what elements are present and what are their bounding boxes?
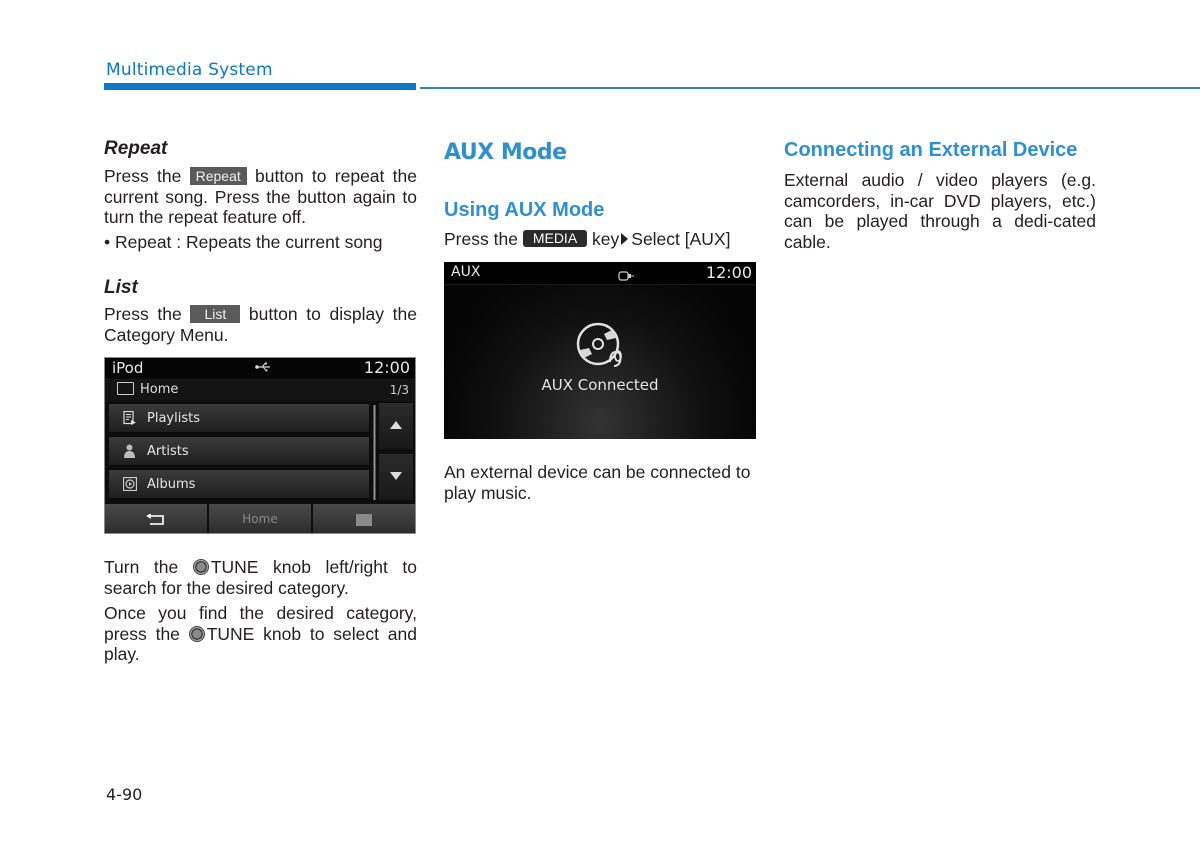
aux-plug-icon [618,266,634,285]
aux-instructions: Press the MEDIA key Select [AUX] [444,229,764,250]
ipod-category-screen: iPod 12:00 Home 1/3 Playlists Artists Al… [104,357,416,534]
tune-paragraph-2: Once you find the desired category, pres… [104,603,417,665]
list-item-label: Albums [147,477,196,492]
text: TUNE [210,557,259,577]
clock: 12:00 [705,263,752,282]
path-bar: Home 1/3 [105,379,415,401]
arrow-down-icon [390,472,402,480]
folder-icon [117,382,134,395]
text: Turn the [104,557,179,577]
scrollbar[interactable] [373,405,376,500]
list-item-albums[interactable]: Albums [108,469,370,499]
aux-description: An external device can be connected to p… [444,462,751,503]
arrow-up-icon [390,421,402,429]
usb-icon [255,361,271,375]
path-label: Home [140,382,179,397]
using-aux-heading: Using AUX Mode [444,199,605,221]
source-label: iPod [112,359,144,377]
list-paragraph: Press the List button to display the Cat… [104,304,417,345]
folder-up-icon [356,513,372,526]
list-item-playlists[interactable]: Playlists [108,403,370,433]
tune-knob-icon [192,559,209,575]
repeat-heading: Repeat [104,138,168,159]
playlist-icon [123,410,136,425]
back-icon [146,510,166,528]
folder-up-button[interactable] [313,504,415,533]
aux-disc-icon [574,322,630,374]
list-heading: List [104,277,138,298]
text: Press the [104,166,182,186]
home-button-label: Home [242,512,278,526]
text: key [592,229,620,249]
clock: 12:00 [363,358,410,377]
header-accent-bar [104,83,416,90]
repeat-paragraph: Press the Repeat button to repeat the cu… [104,166,417,228]
connecting-paragraph: External audio / video players (e.g. cam… [784,170,1096,252]
page-number: 4-90 [106,785,143,804]
scroll-up-button[interactable] [379,403,413,449]
home-button[interactable]: Home [209,504,311,533]
scroll-down-button[interactable] [379,454,413,500]
source-label: AUX [451,264,481,280]
aux-mode-title: AUX Mode [444,140,567,165]
tune-paragraph-1: Turn the TUNE knob left/right to search … [104,557,417,598]
artist-icon [123,444,136,458]
text: Press the [104,304,182,324]
status-bar: AUX 12:00 [444,262,756,285]
page-indicator: 1/3 [389,383,409,397]
connecting-heading: Connecting an External Device [784,139,1078,161]
tune-knob-icon [188,625,205,642]
text: Press the [444,229,518,249]
text: Select [AUX] [631,229,731,249]
aux-connected-screen: AUX 12:00 AUX Connected [444,262,756,439]
media-key-glyph: MEDIA [522,230,588,247]
list-item-label: Artists [147,444,189,459]
list-button-glyph: List [190,305,241,323]
text: TUNE [206,623,255,644]
status-bar: iPod 12:00 [105,358,415,378]
back-button[interactable] [105,504,207,533]
header-rule [420,87,1200,89]
list-item-artists[interactable]: Artists [108,436,370,466]
repeat-button-glyph: Repeat [189,167,247,185]
aux-status-text: AUX Connected [541,376,659,394]
bottom-bar: Home [105,504,415,533]
repeat-bullet: • Repeat : Repeats the current song [104,232,383,252]
section-title: Multimedia System [106,60,273,80]
arrow-right-icon [621,233,629,245]
list-item-label: Playlists [147,411,200,426]
album-icon [122,476,138,492]
